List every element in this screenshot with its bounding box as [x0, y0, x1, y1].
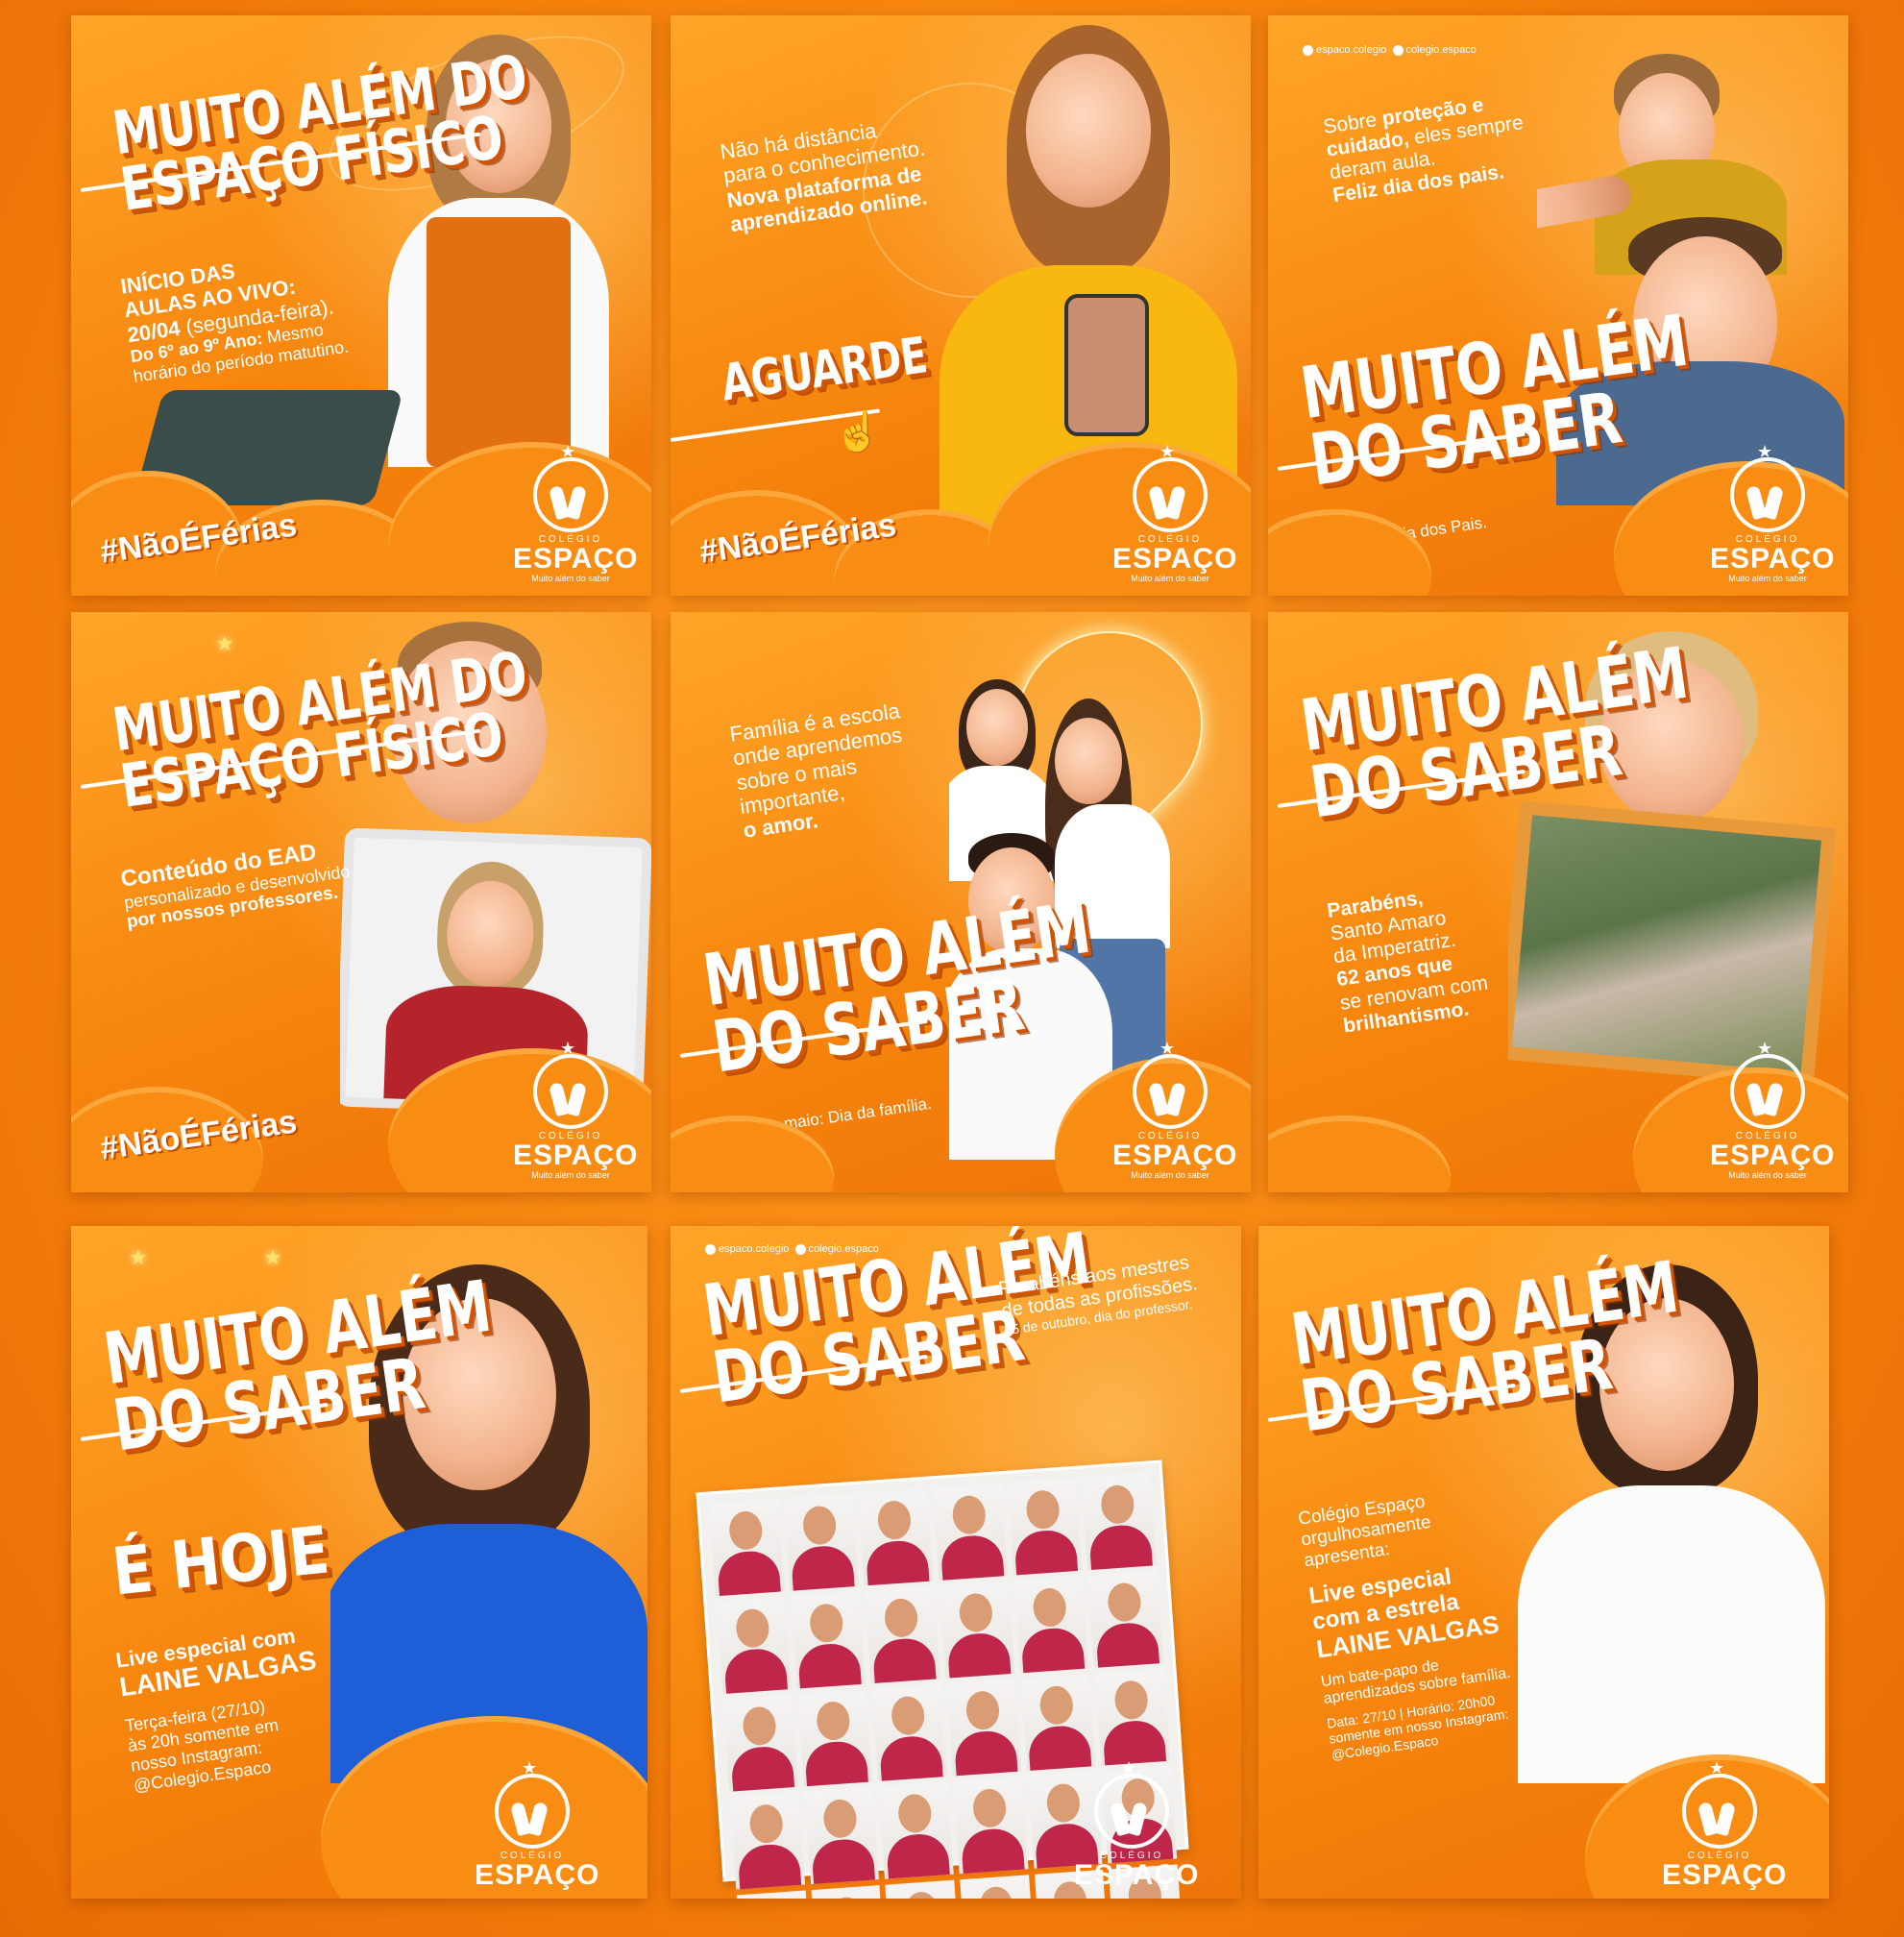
teacher-portrait	[729, 1792, 805, 1890]
teacher-portrait	[1081, 1473, 1157, 1571]
logo-icon	[533, 1039, 608, 1129]
teacher-portrait	[885, 1879, 961, 1899]
social-handles: espaco.colegio colegio.espaco	[1303, 44, 1477, 56]
teacher-portrait	[939, 1581, 1015, 1679]
colegio-espaco-logo: COLÉGIO ESPAÇO Muito além do saber	[513, 442, 637, 583]
post-conteudo-ead: ★ MUITO ALÉM DO ESPAÇO FÍSICO Conteúdo d…	[71, 612, 651, 1192]
logo-icon	[1133, 1039, 1208, 1129]
teacher-portrait	[783, 1494, 859, 1591]
aguarde-label: AGUARDE	[718, 327, 931, 413]
logo-icon	[495, 1758, 570, 1849]
teacher-portrait	[1020, 1674, 1096, 1772]
star-icon: ★	[129, 1245, 148, 1269]
teacher-portrait	[722, 1695, 798, 1792]
colegio-espaco-logo: COLÉGIO ESPAÇO Muito além do saber	[513, 1039, 637, 1180]
star-icon: ★	[263, 1245, 282, 1269]
teacher-portrait	[736, 1890, 812, 1899]
post-e-hoje-live: ★ ★ MUITO ALÉM DO SABER É HOJE Live espe…	[71, 1226, 647, 1899]
post-text: Família é a escola onde aprendemos sobre…	[728, 699, 904, 843]
teacher-portrait	[953, 1777, 1029, 1875]
teacher-portrait	[811, 1885, 887, 1899]
post-dia-da-familia: Família é a escola onde aprendemos sobre…	[671, 612, 1251, 1192]
teacher-portrait	[804, 1787, 880, 1885]
e-hoje-title: É HOJE	[109, 1512, 332, 1611]
teacher-portrait	[1094, 1668, 1171, 1766]
facebook-icon	[1303, 44, 1313, 56]
teacher-portrait	[865, 1586, 940, 1684]
teacher-portrait	[858, 1488, 934, 1586]
logo-icon	[1730, 442, 1805, 532]
teacher-portrait	[716, 1597, 792, 1695]
colegio-espaco-logo: COLÉGIO ESPAÇO	[1662, 1758, 1786, 1890]
teacher-portrait	[932, 1483, 1008, 1581]
colegio-espaco-logo: COLÉGIO ESPAÇO Muito além do saber	[1710, 1039, 1834, 1180]
teacher-portrait	[1087, 1571, 1163, 1668]
post-text: Sobre proteção e cuidado, eles sempre de…	[1322, 93, 1526, 208]
post-live-laine-valgas: MUITO ALÉM DO SABER Colégio Espaço orgul…	[1258, 1226, 1829, 1899]
post-text: Parabéns, Santo Amaro da Imperatriz. 62 …	[1326, 887, 1490, 1038]
colegio-espaco-logo: COLÉGIO ESPAÇO	[1074, 1758, 1198, 1890]
post-text: Colégio Espaço orgulhosamente apresenta:…	[1297, 1491, 1512, 1762]
post-aulas-ao-vivo: MUITO ALÉM DO ESPAÇO FÍSICO INÍCIO DAS A…	[71, 15, 651, 596]
teacher-portrait	[878, 1781, 954, 1879]
teacher-portrait	[960, 1875, 1036, 1899]
logo-icon	[533, 442, 608, 532]
star-icon: ★	[215, 631, 234, 655]
logo-icon	[1094, 1758, 1169, 1849]
post-dia-dos-pais: espaco.colegio colegio.espaco Sobre prot…	[1268, 15, 1848, 596]
teacher-portrait	[1013, 1576, 1089, 1674]
post-dia-do-professor: espaco.colegio colegio.espaco MUITO ALÉM…	[671, 1226, 1241, 1899]
post-text: Conteúdo do EAD personalizado e desenvol…	[119, 839, 352, 933]
logo-icon	[1133, 442, 1208, 532]
logo-icon	[1730, 1039, 1805, 1129]
teacher-portrait	[790, 1591, 867, 1689]
colegio-espaco-logo: COLÉGIO ESPAÇO Muito além do saber	[1112, 442, 1236, 583]
post-santo-amaro: MUITO ALÉM DO SABER Parabéns, Santo Amar…	[1268, 612, 1848, 1192]
logo-icon	[1682, 1758, 1757, 1849]
colegio-espaco-logo: COLÉGIO ESPAÇO Muito além do saber	[1710, 442, 1834, 583]
teacher-portrait	[797, 1689, 873, 1787]
instagram-icon	[794, 1243, 806, 1255]
post-text: INÍCIO DAS AULAS AO VIVO: 20/04 (segunda…	[119, 258, 351, 386]
teacher-portrait	[709, 1499, 785, 1597]
colegio-espaco-logo: COLÉGIO ESPAÇO	[475, 1758, 598, 1890]
teacher-portrait	[1007, 1478, 1083, 1576]
instagram-icon	[1392, 44, 1404, 56]
colegio-espaco-logo: COLÉGIO ESPAÇO Muito além do saber	[1112, 1039, 1236, 1180]
post-plataforma-online: Não há distância para o conhecimento. No…	[671, 15, 1251, 596]
teacher-portrait	[871, 1684, 947, 1781]
facebook-icon	[705, 1243, 716, 1255]
teacher-portrait	[945, 1679, 1022, 1777]
